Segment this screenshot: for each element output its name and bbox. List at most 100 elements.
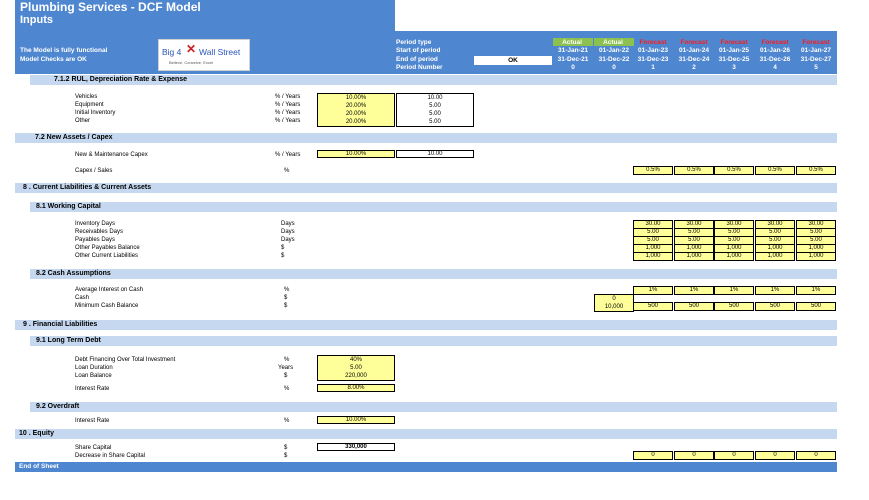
cash-unit: $: [284, 295, 288, 301]
debt-unit-2: $: [284, 373, 288, 379]
period-type-5: Forecast: [761, 39, 789, 46]
cash-interest-cell[interactable]: 1%: [714, 286, 754, 295]
cash-label: Cash: [75, 295, 90, 301]
capex-sales-cell[interactable]: 0.5%: [755, 166, 795, 175]
wc-cell[interactable]: 1,000: [675, 253, 713, 260]
wc-cell[interactable]: 1,000: [797, 245, 835, 253]
wc-cell[interactable]: 30.00: [715, 221, 753, 229]
cash-interest-unit: %: [284, 287, 290, 293]
section-long-term-debt: 9.1 Long Term Debt: [30, 336, 837, 346]
wc-label-0: Inventory Days: [75, 221, 116, 227]
wc-cell[interactable]: 1,000: [797, 253, 835, 260]
depreciation-label-1: Equipment: [75, 102, 104, 108]
depreciation-label-3: Other: [75, 118, 91, 124]
cash-interest-cell[interactable]: 1%: [796, 286, 836, 295]
period-end-5: 31-Dec-26: [759, 56, 791, 63]
wc-label-2: Payables Days: [75, 237, 116, 243]
debt-label-2: Loan Balance: [75, 373, 112, 379]
decrease-share-unit: $: [284, 453, 288, 459]
period-start-3: 01-Jan-24: [679, 47, 709, 54]
min-cash-cell[interactable]: 500: [674, 302, 714, 311]
cash-actual-inputs[interactable]: 0 10,000: [594, 294, 634, 312]
wc-cell[interactable]: 5.00: [634, 229, 672, 237]
end-period-label: End of period: [396, 56, 438, 63]
sheet-title: Inputs: [20, 14, 53, 26]
wc-cell[interactable]: 5.00: [634, 237, 672, 245]
period-number-3: 2: [692, 64, 696, 71]
cash-interest-cell[interactable]: 1%: [755, 286, 795, 295]
min-cash-cell[interactable]: 500: [714, 302, 754, 311]
period-number-2: 1: [651, 64, 655, 71]
period-start-2: 01-Jan-23: [638, 47, 668, 54]
capex-sales-cell[interactable]: 0.5%: [633, 166, 673, 175]
min-cash-label: Minimum Cash Balance: [75, 303, 139, 309]
decrease-share-cell[interactable]: 0: [755, 451, 795, 460]
model-title: Plumbing Services - DCF Model: [20, 0, 201, 14]
capex-sales-unit: %: [284, 168, 290, 174]
wc-cell[interactable]: 1,000: [675, 245, 713, 253]
min-cash-cell[interactable]: 500: [633, 302, 673, 311]
wc-column[interactable]: 30.00 5.00 5.00 1,000 1,000: [674, 220, 714, 261]
section-overdraft: 9.2 Overdraft: [30, 402, 837, 412]
capex-rate-input[interactable]: 10.00%: [317, 150, 395, 158]
wc-cell[interactable]: 1,000: [634, 253, 672, 260]
wc-cell[interactable]: 30.00: [634, 221, 672, 229]
wc-cell[interactable]: 1,000: [715, 253, 753, 260]
min-cash-cell[interactable]: 500: [796, 302, 836, 311]
wc-label-3: Other Payables Balance: [75, 245, 140, 251]
wc-column[interactable]: 30.00 5.00 5.00 1,000 1,000: [755, 220, 795, 261]
wc-cell[interactable]: 5.00: [715, 237, 753, 245]
depreciation-unit-0: % / Years: [275, 94, 301, 100]
decrease-share-cell[interactable]: 0: [633, 451, 673, 460]
wc-cell[interactable]: 5.00: [756, 237, 794, 245]
depreciation-years-inputs[interactable]: 10.00 5.00 5.00 5.00: [396, 93, 474, 127]
cash-interest-cell[interactable]: 1%: [674, 286, 714, 295]
big4-logo: Big 4 ✕ Wall Street Believe, Conceive, E…: [158, 39, 250, 71]
wc-cell[interactable]: 1,000: [756, 245, 794, 253]
share-capital-input[interactable]: 330,000: [317, 443, 395, 451]
wc-cell[interactable]: 1,000: [715, 245, 753, 253]
wc-cell[interactable]: 5.00: [797, 237, 835, 245]
period-number-0: 0: [571, 64, 575, 71]
period-start-1: 01-Jan-22: [599, 47, 629, 54]
wc-cell[interactable]: 5.00: [797, 229, 835, 237]
period-type-6: Forecast: [802, 39, 830, 46]
wc-column[interactable]: 30.00 5.00 5.00 1,000 1,000: [714, 220, 754, 261]
decrease-share-cell[interactable]: 0: [714, 451, 754, 460]
period-end-4: 31-Dec-25: [718, 56, 750, 63]
debt-interest-label: Interest Rate: [75, 386, 110, 392]
capex-years-input[interactable]: 10.00: [396, 150, 474, 158]
period-type-0: Actual: [562, 39, 582, 46]
wc-column[interactable]: 30.00 5.00 5.00 1,000 1,000: [633, 220, 673, 261]
wc-cell[interactable]: 5.00: [756, 229, 794, 237]
period-number-4: 3: [732, 64, 736, 71]
wc-cell[interactable]: 1,000: [756, 253, 794, 260]
capex-sales-cell[interactable]: 0.5%: [714, 166, 754, 175]
wc-cell[interactable]: 30.00: [675, 221, 713, 229]
cash-interest-cell[interactable]: 1%: [633, 286, 673, 295]
debt-interest-input[interactable]: 8.00%: [317, 384, 395, 392]
wc-cell[interactable]: 1,000: [634, 245, 672, 253]
wc-cell[interactable]: 5.00: [675, 237, 713, 245]
debt-inputs[interactable]: 40% 5.00 220,000: [317, 355, 395, 381]
capex-sales-cell[interactable]: 0.5%: [796, 166, 836, 175]
period-number-5: 4: [773, 64, 777, 71]
section-capex: 7.2 New Assets / Capex: [15, 133, 837, 143]
overdraft-interest-unit: %: [284, 418, 290, 424]
wc-unit-2: Days: [281, 237, 295, 243]
depreciation-rate-inputs[interactable]: 10.00% 20.00% 20.00% 20.00%: [317, 93, 395, 127]
wc-column[interactable]: 30.00 5.00 5.00 1,000 1,000: [796, 220, 836, 261]
decrease-share-cell[interactable]: 0: [796, 451, 836, 460]
wc-cell[interactable]: 30.00: [797, 221, 835, 229]
capex-sales-label: Capex / Sales: [75, 168, 113, 174]
wc-cell[interactable]: 5.00: [715, 229, 753, 237]
overdraft-interest-input[interactable]: 10.00%: [317, 416, 395, 424]
decrease-share-cell[interactable]: 0: [674, 451, 714, 460]
end-of-sheet: End of Sheet: [15, 462, 837, 472]
capex-sales-cell[interactable]: 0.5%: [674, 166, 714, 175]
debt-unit-1: Years: [278, 365, 294, 371]
period-number-1: 0: [612, 64, 616, 71]
wc-cell[interactable]: 5.00: [675, 229, 713, 237]
min-cash-cell[interactable]: 500: [755, 302, 795, 311]
wc-cell[interactable]: 30.00: [756, 221, 794, 229]
